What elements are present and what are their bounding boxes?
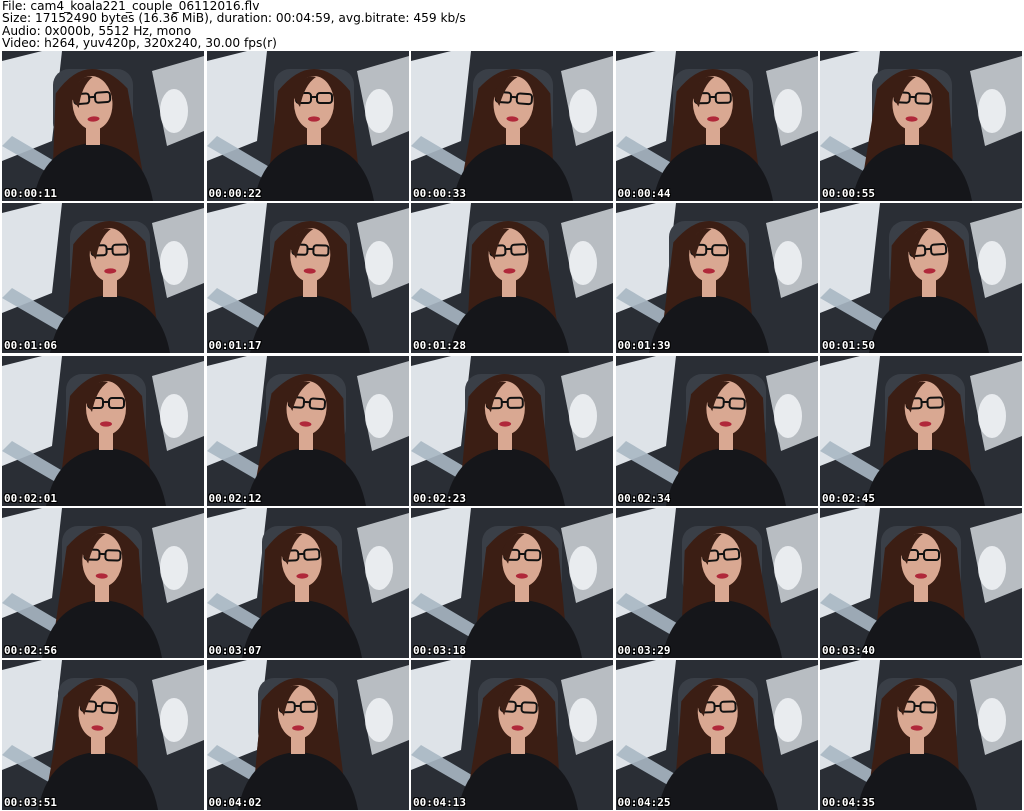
- thumbnail-frame: 00:03:07: [206, 507, 409, 658]
- video-frame-image: [2, 660, 204, 810]
- thumbnail-frame: 00:01:28: [411, 203, 613, 354]
- thumbnail-timestamp: 00:00:44: [617, 187, 671, 200]
- thumbnail-timestamp: 00:00:11: [4, 187, 57, 200]
- thumbnail-frame: 00:04:02: [206, 660, 409, 810]
- thumbnail-frame: 00:02:56: [2, 507, 204, 658]
- video-frame-image: [411, 51, 613, 201]
- thumbnail-frame: 00:03:51: [2, 660, 204, 810]
- thumbnail-timestamp: 00:03:29: [617, 643, 671, 657]
- file-info-header: File: cam4_koala221_couple_06112016.flv …: [2, 0, 1020, 50]
- video-frame-image: [820, 51, 1022, 201]
- video-frame-image: [411, 507, 613, 658]
- thumbnail-timestamp: 00:00:33: [413, 187, 466, 200]
- video-info-line: Video: h264, yuv420p, 320x240, 30.00 fps…: [2, 36, 277, 51]
- video-frame-image: [2, 355, 204, 506]
- thumbnail-timestamp: 00:01:28: [413, 339, 466, 353]
- video-frame-image: [2, 51, 204, 201]
- video-frame-image: [2, 507, 204, 658]
- video-frame-image: [411, 355, 613, 506]
- video-frame-image: [615, 355, 818, 506]
- video-frame-image: [2, 203, 204, 354]
- video-frame-image: [206, 203, 409, 354]
- thumbnail-frame: 00:00:22: [206, 51, 409, 201]
- thumbnail-frame: 00:02:45: [820, 355, 1022, 506]
- thumbnail-frame: 00:03:29: [615, 507, 818, 658]
- thumbnail-frame: 00:01:06: [2, 203, 204, 354]
- thumbnail-frame: 00:02:34: [615, 355, 818, 506]
- thumbnail-frame: 00:02:01: [2, 355, 204, 506]
- thumbnail-frame: 00:00:55: [820, 51, 1022, 201]
- thumbnail-frame: 00:01:39: [615, 203, 818, 354]
- video-frame-image: [615, 51, 818, 201]
- thumbnail-frame: 00:02:23: [411, 355, 613, 506]
- thumbnail-timestamp: 00:01:39: [617, 339, 671, 353]
- thumbnail-timestamp: 00:00:22: [208, 187, 262, 200]
- video-frame-image: [820, 355, 1022, 506]
- thumbnail-timestamp: 00:02:23: [413, 491, 466, 505]
- video-frame-image: [411, 660, 613, 810]
- thumbnail-timestamp: 00:04:25: [617, 796, 671, 809]
- thumbnail-frame: 00:00:44: [615, 51, 818, 201]
- video-frame-image: [206, 660, 409, 810]
- thumbnail-timestamp: 00:00:55: [822, 187, 875, 200]
- video-frame-image: [615, 507, 818, 658]
- video-frame-image: [820, 203, 1022, 354]
- thumbnail-frame: 00:04:35: [820, 660, 1022, 810]
- thumbnail-frame: 00:04:13: [411, 660, 613, 810]
- video-frame-image: [820, 660, 1022, 810]
- video-frame-image: [615, 203, 818, 354]
- thumbnail-timestamp: 00:02:34: [617, 491, 671, 505]
- thumbnail-timestamp: 00:02:01: [4, 491, 57, 505]
- thumbnail-timestamp: 00:01:17: [208, 339, 262, 353]
- thumbnail-frame: 00:01:17: [206, 203, 409, 354]
- thumbnail-timestamp: 00:04:13: [413, 796, 466, 809]
- thumbnail-frame: 00:00:11: [2, 51, 204, 201]
- video-frame-image: [206, 507, 409, 658]
- thumbnail-timestamp: 00:02:56: [4, 643, 57, 657]
- thumbnail-timestamp: 00:02:12: [208, 491, 262, 505]
- thumbnail-frame: 00:01:50: [820, 203, 1022, 354]
- thumbnail-timestamp: 00:03:18: [413, 643, 466, 657]
- thumbnail-timestamp: 00:04:35: [822, 796, 875, 809]
- video-frame-image: [615, 660, 818, 810]
- thumbnail-timestamp: 00:03:40: [822, 643, 875, 657]
- video-frame-image: [820, 507, 1022, 658]
- thumbnail-frame: 00:04:25: [615, 660, 818, 810]
- thumbnail-timestamp: 00:01:06: [4, 339, 57, 353]
- thumbnail-frame: 00:03:18: [411, 507, 613, 658]
- thumbnail-grid: 00:00:11 00:00:22 00:00:33 00:00:44 00:00:55…: [2, 51, 1022, 810]
- video-frame-image: [206, 51, 409, 201]
- video-frame-image: [206, 355, 409, 506]
- thumbnail-timestamp: 00:02:45: [822, 491, 875, 505]
- thumbnail-frame: 00:02:12: [206, 355, 409, 506]
- thumbnail-timestamp: 00:04:02: [208, 796, 262, 809]
- thumbnail-timestamp: 00:03:51: [4, 796, 57, 809]
- video-frame-image: [411, 203, 613, 354]
- file-size-line: Size: 17152490 bytes (16.36 MiB), durati…: [2, 11, 466, 26]
- thumbnail-frame: 00:03:40: [820, 507, 1022, 658]
- thumbnail-timestamp: 00:03:07: [208, 643, 262, 657]
- thumbnail-frame: 00:00:33: [411, 51, 613, 201]
- thumbnail-timestamp: 00:01:50: [822, 339, 875, 353]
